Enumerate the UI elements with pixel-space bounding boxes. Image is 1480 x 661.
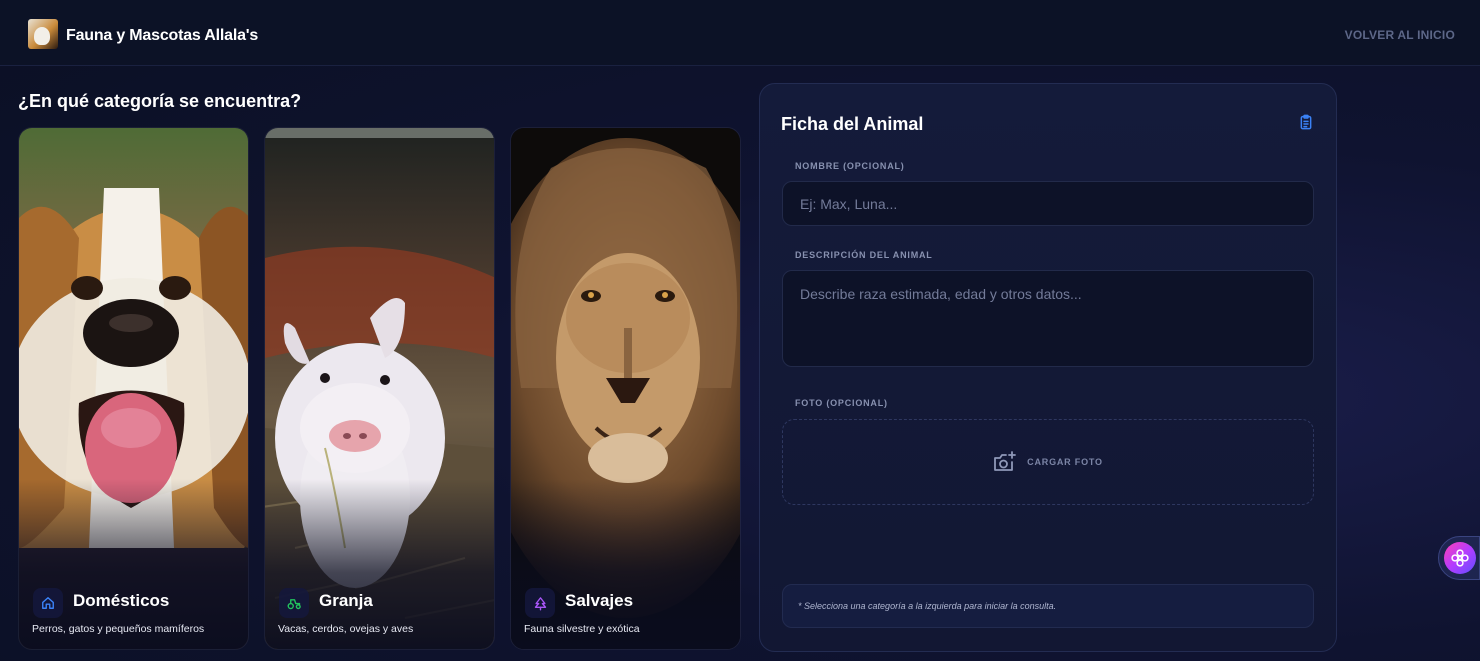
tree-icon [525,588,555,618]
card-title: Domésticos [73,591,170,610]
category-question-heading: ¿En qué categoría se encuentra? [18,91,302,111]
flower-icon [1444,542,1476,574]
description-field-label: DESCRIPCIÓN DEL ANIMAL [795,250,933,260]
upload-photo-dropzone[interactable]: CARGAR FOTO [782,419,1314,505]
clipboard-icon[interactable] [1298,113,1314,131]
name-input[interactable] [782,181,1314,226]
name-field-label: NOMBRE (OPCIONAL) [795,161,905,171]
description-textarea[interactable] [782,270,1314,367]
photo-field-label: FOTO (OPCIONAL) [795,398,888,408]
instruction-notice: * Selecciona una categoría a la izquierd… [782,584,1314,628]
category-card-granja[interactable]: Granja Vacas, cerdos, ovejas y aves [264,127,495,650]
upload-photo-label: CARGAR FOTO [1027,457,1103,467]
category-card-salvajes[interactable]: Salvajes Fauna silvestre y exótica [510,127,741,650]
card-title: Granja [319,591,373,610]
form-title: Ficha del Animal [781,114,924,134]
assistant-floating-button[interactable] [1438,536,1480,580]
animal-form-panel: Ficha del Animal NOMBRE (OPCIONAL) DESCR… [759,83,1337,652]
category-card-domesticos[interactable]: Domésticos Perros, gatos y pequeños mamí… [18,127,249,650]
card-subtitle: Fauna silvestre y exótica [524,623,640,635]
house-icon [33,588,63,618]
back-to-home-link[interactable]: VOLVER AL INICIO [1345,28,1455,42]
brand-name[interactable]: Fauna y Mascotas Allala's [66,27,258,45]
brand-logo[interactable] [28,19,58,49]
card-title: Salvajes [565,591,634,610]
tractor-icon [279,588,309,618]
card-subtitle: Vacas, cerdos, ovejas y aves [278,623,414,635]
top-navigation-bar: Fauna y Mascotas Allala's VOLVER AL INIC… [0,0,1480,66]
card-subtitle: Perros, gatos y pequeños mamíferos [32,623,205,635]
camera-plus-icon [994,451,1017,471]
